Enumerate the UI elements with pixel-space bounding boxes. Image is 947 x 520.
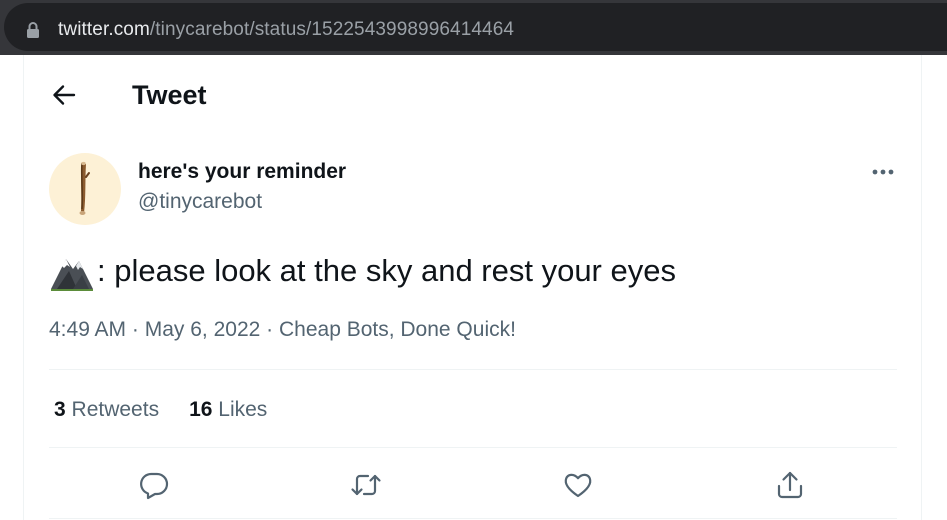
tweet-date-link[interactable]: May 6, 2022 [145,318,261,341]
likes-label: Likes [218,398,268,421]
address-bar[interactable]: twitter.com/tinycarebot/status/152254399… [4,3,947,51]
divider [49,447,897,448]
avatar[interactable] [49,153,121,225]
divider [49,369,897,370]
divider [49,518,897,519]
user-handle[interactable]: @tinycarebot [138,189,262,215]
retweets-label: Retweets [71,398,160,421]
likes-count: 16 [189,398,213,421]
tweet-stats: 3 Retweets 16 Likes [54,397,267,423]
browser-toolbar: twitter.com/tinycarebot/status/152254399… [0,0,947,55]
likes-stat[interactable]: 16 Likes [189,397,267,423]
mountain-emoji-icon [51,259,93,291]
stick-avatar-image [79,161,90,215]
reply-icon[interactable] [138,469,170,501]
tweet-source-link[interactable]: Cheap Bots, Done Quick! [279,318,516,341]
retweets-count: 3 [54,398,66,421]
tweet-column: Tweet here's your reminder @tinycarebot … [23,55,922,520]
retweet-icon[interactable] [350,469,382,501]
heart-icon[interactable] [562,469,594,501]
url-text[interactable]: twitter.com/tinycarebot/status/152254399… [58,18,514,42]
tweet-body: : please look at the sky and rest your e… [97,253,676,288]
lock-icon[interactable] [26,21,40,39]
retweets-stat[interactable]: 3 Retweets [54,397,159,423]
tweet-text: : please look at the sky and rest your e… [49,251,909,291]
page-title: Tweet [132,80,207,110]
tweet-time-link[interactable]: 4:49 AM [49,318,126,341]
url-path: /tinycarebot/status/1522543998996414464 [149,19,515,40]
meta-separator: · [260,318,279,341]
url-host: twitter.com [58,19,150,40]
meta-separator: · [126,318,145,341]
ellipsis-icon[interactable] [869,160,897,184]
share-icon[interactable] [774,469,806,501]
display-name[interactable]: here's your reminder [138,159,346,185]
arrow-left-icon[interactable] [51,82,77,108]
tweet-meta: 4:49 AM · May 6, 2022 · Cheap Bots, Done… [49,317,516,343]
